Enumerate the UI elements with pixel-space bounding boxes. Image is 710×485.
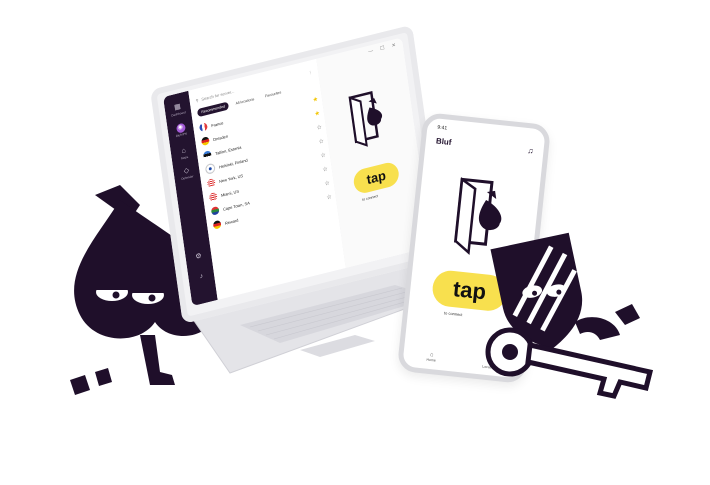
hero-illustration: ▦ Dashboard ◉ BlufVPN ⌂ Maps ◇ Defender … bbox=[0, 0, 710, 485]
shield-key-character bbox=[485, 232, 654, 399]
